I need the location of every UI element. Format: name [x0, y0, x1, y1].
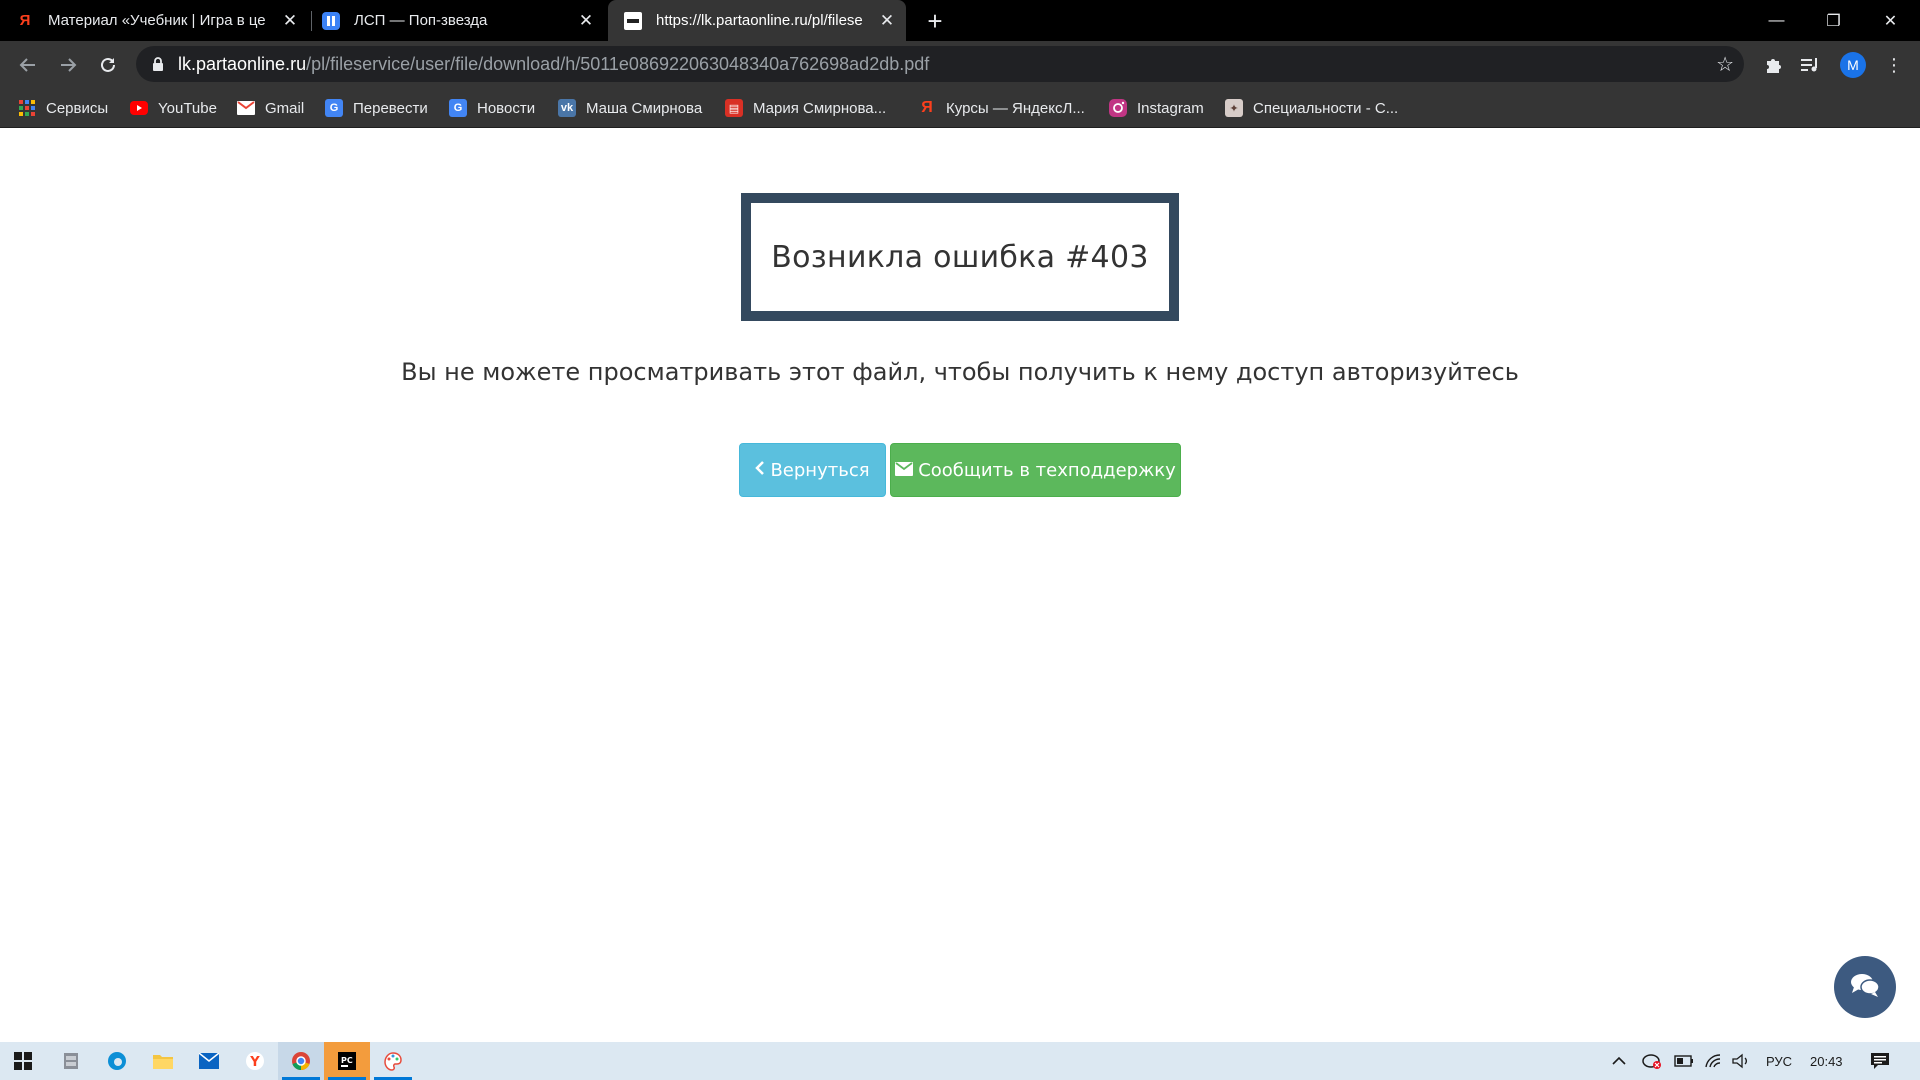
bookmark-label: Instagram: [1137, 99, 1204, 117]
lock-icon: [152, 57, 164, 71]
bookmark-item[interactable]: YouTube: [130, 88, 217, 128]
bookmark-item[interactable]: ✦ Специальности - С...: [1225, 88, 1398, 128]
bookmark-label: Специальности - С...: [1253, 99, 1399, 117]
pycharm-icon[interactable]: PC: [324, 1042, 370, 1080]
language-indicator[interactable]: РУС: [1766, 1042, 1792, 1080]
bookmark-label: YouTube: [158, 99, 217, 117]
address-bar[interactable]: lk.partaonline.ru/pl/fileservice/user/fi…: [136, 46, 1744, 82]
browser-tab[interactable]: Я Материал «Учебник | Игра в це ✕: [16, 0, 309, 41]
windows-taskbar: Y PC РУС 20:43: [0, 1042, 1920, 1080]
url-text: lk.partaonline.ru/pl/fileservice/user/fi…: [178, 53, 930, 74]
browser-tab-active[interactable]: https://lk.partaonline.ru/pl/filese ✕: [608, 0, 906, 41]
security-warning-icon[interactable]: [1642, 1042, 1662, 1080]
bookmark-item[interactable]: Сервисы: [18, 88, 108, 128]
extensions-puzzle-icon[interactable]: [1759, 51, 1787, 79]
media-queue-icon[interactable]: [1797, 51, 1825, 79]
restore-button[interactable]: ❐: [1805, 0, 1862, 41]
svg-text:PC: PC: [341, 1056, 353, 1065]
back-button[interactable]: Вернуться: [739, 443, 886, 497]
bookmarks-bar: Сервисы YouTube Gmail G Перевести G Ново…: [0, 88, 1920, 128]
bookmark-label: Мария Смирнова...: [753, 99, 887, 117]
battery-icon[interactable]: [1674, 1042, 1694, 1080]
error-message: Вы не можете просматривать этот файл, чт…: [401, 358, 1519, 386]
bookmark-label: Сервисы: [46, 99, 109, 117]
bookmark-item[interactable]: vk Маша Смирнова: [558, 88, 702, 128]
yandex-browser-icon[interactable]: Y: [232, 1042, 278, 1080]
tab-title: https://lk.partaonline.ru/pl/filese: [656, 12, 863, 29]
tab-strip: Я Материал «Учебник | Игра в це ✕ ЛСП — …: [0, 0, 1920, 41]
pause-icon: [322, 11, 340, 30]
parta-icon: [624, 11, 642, 30]
chat-bubbles-icon: [1849, 971, 1881, 1004]
bookmark-label: Gmail: [265, 99, 305, 117]
file-cabinet-icon[interactable]: [48, 1042, 94, 1080]
tab-title: ЛСП — Поп-звезда: [354, 12, 488, 29]
support-button-label: Сообщить в техподдержку: [918, 459, 1176, 481]
file-explorer-icon[interactable]: [140, 1042, 186, 1080]
mail-icon[interactable]: [186, 1042, 232, 1080]
error-box: Возникла ошибка #403: [741, 193, 1179, 321]
close-window-button[interactable]: ✕: [1862, 0, 1919, 41]
paint-icon[interactable]: [370, 1042, 416, 1080]
bookmark-label: Перевести: [353, 99, 428, 117]
close-tab-icon[interactable]: ✕: [279, 10, 301, 32]
bookmark-item[interactable]: G Перевести: [325, 88, 428, 128]
new-tab-button[interactable]: +: [920, 6, 950, 36]
vk-icon: vk: [558, 99, 576, 117]
browser-toolbar: lk.partaonline.ru/pl/fileservice/user/fi…: [0, 41, 1920, 88]
menu-kebab-icon[interactable]: ⋮: [1880, 51, 1908, 79]
page-content: Возникла ошибка #403 Вы не можете просма…: [0, 128, 1920, 1042]
bookmark-star-icon[interactable]: ☆: [1716, 52, 1734, 77]
back-arrow-icon[interactable]: [12, 49, 44, 81]
bookmark-label: Курсы — ЯндексЛ...: [946, 99, 1085, 117]
emblem-icon: ✦: [1225, 99, 1243, 117]
bookmark-label: Маша Смирнова: [586, 99, 703, 117]
translate-icon: G: [325, 99, 343, 117]
notifications-icon[interactable]: [1870, 1042, 1890, 1080]
bookmark-item[interactable]: Instagram: [1109, 88, 1204, 128]
instagram-icon: [1109, 99, 1127, 117]
tray-overflow-chevron-icon[interactable]: [1612, 1042, 1626, 1080]
edge-icon[interactable]: [94, 1042, 140, 1080]
reload-icon[interactable]: [92, 49, 124, 81]
news-icon: G: [449, 99, 467, 117]
chrome-icon[interactable]: [278, 1042, 324, 1080]
error-title: Возникла ошибка #403: [771, 239, 1149, 275]
chat-button[interactable]: [1834, 956, 1896, 1018]
apps-grid-icon: [18, 99, 36, 117]
bookmark-item[interactable]: Gmail: [237, 88, 304, 128]
bookmark-label: Новости: [477, 99, 536, 117]
envelope-icon: [895, 460, 914, 481]
bookmark-item[interactable]: G Новости: [449, 88, 535, 128]
wifi-icon[interactable]: [1704, 1042, 1722, 1080]
windows-start-icon[interactable]: [0, 1042, 46, 1080]
bookmark-item[interactable]: Я Курсы — ЯндексЛ...: [918, 88, 1085, 128]
back-button-label: Вернуться: [770, 459, 870, 481]
red-doc-icon: ▤: [725, 99, 743, 117]
volume-icon[interactable]: [1732, 1042, 1750, 1080]
close-tab-icon[interactable]: ✕: [575, 10, 597, 32]
minimize-button[interactable]: —: [1748, 0, 1805, 41]
yandex-icon: Я: [921, 99, 933, 116]
report-support-button[interactable]: Сообщить в техподдержку: [890, 443, 1181, 497]
clock-time[interactable]: 20:43: [1810, 1042, 1843, 1080]
bookmark-item[interactable]: ▤ Мария Смирнова...: [725, 88, 886, 128]
yandex-icon: Я: [19, 12, 31, 29]
svg-text:Y: Y: [249, 1055, 260, 1070]
profile-avatar[interactable]: M: [1840, 52, 1866, 78]
gmail-icon: [237, 99, 255, 117]
browser-tab[interactable]: ЛСП — Поп-звезда ✕: [322, 0, 605, 41]
tab-separator: [311, 11, 312, 31]
close-tab-icon[interactable]: ✕: [876, 10, 898, 32]
chevron-left-icon: [755, 460, 765, 481]
forward-arrow-icon[interactable]: [52, 49, 84, 81]
youtube-icon: [130, 99, 148, 117]
tab-title: Материал «Учебник | Игра в це: [48, 12, 266, 29]
